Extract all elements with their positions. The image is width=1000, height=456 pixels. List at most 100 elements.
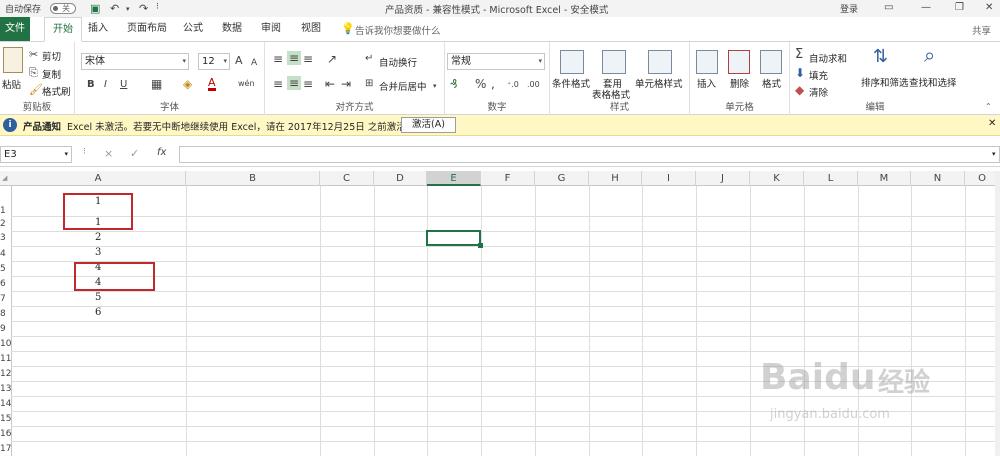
row-header-5[interactable]: 5: [0, 264, 11, 274]
clear-button[interactable]: 清除: [809, 85, 828, 99]
tab-file[interactable]: 文件: [0, 17, 30, 41]
row-header-8[interactable]: 8: [0, 309, 11, 319]
insert-function-icon[interactable]: fx: [157, 147, 166, 158]
increase-indent-icon[interactable]: ⇥: [341, 77, 351, 91]
fill-color-icon[interactable]: ◈: [183, 77, 192, 91]
cell-styles-button[interactable]: 单元格样式: [635, 76, 683, 90]
sort-filter-button[interactable]: 排序和筛选: [861, 75, 909, 89]
row-header-14[interactable]: 14: [0, 399, 11, 409]
number-format-select[interactable]: 常规 ▾: [447, 53, 545, 70]
select-all-icon[interactable]: ◢: [2, 174, 7, 182]
fill-button[interactable]: 填充: [809, 68, 828, 82]
undo-icon[interactable]: ↶: [110, 2, 119, 15]
tab-formulas[interactable]: 公式: [178, 17, 208, 41]
orientation-icon[interactable]: ↗: [327, 52, 337, 66]
collapse-ribbon-icon[interactable]: ⌃: [985, 102, 992, 111]
tab-page-layout[interactable]: 页面布局: [122, 17, 172, 41]
ribbon-display-icon[interactable]: ▭: [884, 2, 893, 13]
close-notification-icon[interactable]: ✕: [988, 118, 996, 129]
formula-bar-handle-icon[interactable]: ⁝: [83, 147, 86, 157]
save-icon[interactable]: ▣: [90, 2, 100, 15]
row-header-12[interactable]: 12: [0, 369, 11, 379]
font-name-select[interactable]: 宋体 ▾: [81, 53, 189, 70]
cancel-icon[interactable]: ×: [104, 147, 113, 160]
percent-button[interactable]: %: [475, 77, 486, 91]
close-icon[interactable]: ✕: [985, 2, 993, 13]
grow-font-button[interactable]: A: [235, 54, 243, 68]
column-header-m[interactable]: M: [858, 171, 911, 186]
paste-icon[interactable]: [3, 47, 23, 73]
column-header-h[interactable]: H: [589, 171, 642, 186]
find-select-button[interactable]: 查找和选择: [909, 75, 957, 89]
row-header-13[interactable]: 13: [0, 384, 11, 394]
format-painter-button[interactable]: 格式刷: [42, 84, 71, 98]
enter-icon[interactable]: ✓: [130, 147, 139, 160]
tab-insert[interactable]: 插入: [83, 17, 113, 41]
row-header-17[interactable]: 17: [0, 444, 11, 454]
insert-cells-button[interactable]: 插入: [697, 76, 716, 90]
phonetic-button[interactable]: wén: [238, 77, 255, 91]
cell-a4[interactable]: 3: [95, 247, 101, 258]
undo-dropdown-icon[interactable]: ▾: [126, 5, 130, 13]
column-header-f[interactable]: F: [481, 171, 535, 186]
row-header-7[interactable]: 7: [0, 294, 11, 304]
cell-a3[interactable]: 2: [95, 232, 101, 243]
column-header-k[interactable]: K: [750, 171, 804, 186]
align-right-icon[interactable]: ≡: [303, 77, 313, 91]
italic-button[interactable]: I: [104, 78, 107, 92]
paste-button[interactable]: 粘贴: [2, 77, 21, 91]
copy-button[interactable]: 复制: [42, 67, 61, 81]
delete-cells-button[interactable]: 删除: [730, 76, 749, 90]
redo-icon[interactable]: ↷: [139, 2, 148, 15]
tab-view[interactable]: 视图: [296, 17, 326, 41]
cell-a7[interactable]: 5: [95, 292, 101, 303]
merge-center-button[interactable]: 合并后居中: [379, 79, 427, 93]
bold-button[interactable]: B: [87, 78, 95, 92]
row-header-1[interactable]: 1: [0, 206, 11, 216]
wrap-text-button[interactable]: 自动换行: [379, 55, 417, 69]
cell-a8[interactable]: 6: [95, 307, 101, 318]
formula-input[interactable]: [179, 146, 1000, 163]
share-button[interactable]: 共享: [972, 23, 991, 37]
row-header-16[interactable]: 16: [0, 429, 11, 439]
autosum-button[interactable]: 自动求和: [809, 51, 847, 65]
currency-icon[interactable]: ₰: [450, 77, 458, 91]
tab-review[interactable]: 审阅: [256, 17, 286, 41]
column-header-d[interactable]: D: [374, 171, 427, 186]
vertical-scrollbar[interactable]: [995, 171, 1000, 456]
expand-formula-bar-icon[interactable]: ▾: [992, 150, 996, 158]
font-size-select[interactable]: 12 ▾: [198, 53, 230, 70]
underline-button[interactable]: U: [120, 78, 127, 92]
format-cells-button[interactable]: 格式: [762, 76, 781, 90]
customize-toolbar-icon[interactable]: ⁝: [156, 2, 159, 12]
row-header-6[interactable]: 6: [0, 279, 11, 289]
column-header-c[interactable]: C: [320, 171, 374, 186]
borders-icon[interactable]: ▦: [151, 77, 162, 91]
align-bottom-icon[interactable]: ≡: [303, 52, 313, 66]
selected-cell-e3[interactable]: [426, 230, 483, 248]
row-header-4[interactable]: 4: [0, 249, 11, 259]
increase-decimal-icon[interactable]: ⁺.0: [507, 78, 519, 92]
column-header-b[interactable]: B: [186, 171, 320, 186]
comma-button[interactable]: ,: [491, 77, 495, 91]
row-header-9[interactable]: 9: [0, 324, 11, 334]
column-header-n[interactable]: N: [911, 171, 965, 186]
row-header-2[interactable]: 2: [0, 219, 11, 229]
align-left-icon[interactable]: ≡: [273, 77, 283, 91]
column-header-g[interactable]: G: [535, 171, 589, 186]
align-middle-icon[interactable]: ≡: [287, 51, 302, 65]
activate-button[interactable]: 激活(A): [401, 117, 456, 133]
align-center-icon[interactable]: ≡: [287, 76, 302, 90]
align-top-icon[interactable]: ≡: [273, 52, 283, 66]
column-header-e[interactable]: E: [427, 171, 481, 186]
shrink-font-button[interactable]: A: [251, 56, 257, 70]
restore-icon[interactable]: ❐: [955, 2, 964, 13]
autosave-toggle[interactable]: 关: [50, 3, 76, 14]
decrease-decimal-icon[interactable]: .00: [527, 78, 540, 92]
conditional-formatting-button[interactable]: 条件格式: [552, 76, 590, 90]
tab-data[interactable]: 数据: [217, 17, 247, 41]
tab-home[interactable]: 开始: [44, 17, 82, 42]
column-header-j[interactable]: J: [696, 171, 750, 186]
column-header-a[interactable]: A: [11, 171, 186, 186]
column-header-i[interactable]: I: [642, 171, 696, 186]
